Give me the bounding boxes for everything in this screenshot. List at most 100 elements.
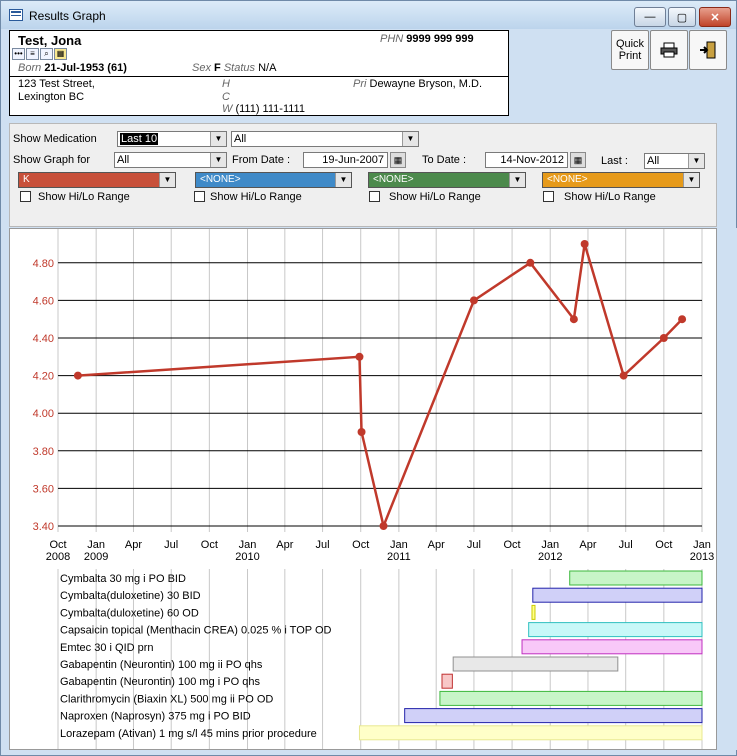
window-app-icon [9,9,23,21]
quick-print-button[interactable]: Quick Print [611,30,649,70]
sex-label: Sex [192,62,211,74]
medication-bar [532,587,703,603]
medication-bar [358,725,703,741]
data-point [469,296,478,305]
series-3-hilo-label: Show Hi/Lo Range [389,191,481,203]
chevron-down-icon[interactable]: ▼ [335,173,351,187]
show-medication-label: Show Medication [13,133,97,145]
home-phone-label: H [222,78,230,90]
from-date-calendar-icon[interactable]: ▦ [390,152,406,168]
search-icon[interactable]: ⌕ [40,48,53,60]
medication-label: Emtec 30 i QID prn [60,642,154,654]
data-point [357,428,366,436]
last-select[interactable]: All ▼ [644,153,705,169]
x-tick-label: Apr [125,539,142,551]
chevron-down-icon[interactable]: ▼ [509,173,525,187]
series-1-hilo-label: Show Hi/Lo Range [38,191,130,203]
address-line-2: Lexington BC [18,91,85,103]
x-tick-label: Apr [579,539,596,551]
series-2-value: <NONE> [200,174,241,185]
calendar-icon[interactable]: ▦ [54,48,67,60]
patient-name: Test, Jona [18,33,82,48]
medication-label: Cymbalta(duloxetine) 60 OD [60,607,199,619]
medication-label: Cymbalta(duloxetine) 30 BID [60,590,201,602]
graph-panel: 3.40 3.60 3.80 4.00 4.20 4.40 4.60 4.80 Oct 2008 J… [9,228,717,750]
chevron-down-icon[interactable]: ▼ [683,173,699,187]
series-4-hilo-label: Show Hi/Lo Range [564,191,656,203]
exit-button[interactable] [689,30,727,70]
medication-label: Gabapentin (Neurontin) 100 mg ii PO qhs [60,659,263,671]
x-tick-label: Jan [239,539,257,551]
to-date-label: To Date : [422,154,467,166]
x-tick-year-label: 2008 [46,551,70,563]
series-2-select[interactable]: <NONE> ▼ [195,172,352,188]
series-4-value: <NONE> [547,174,588,185]
maximize-button[interactable]: ▢ [668,7,696,27]
phn-field: PHN 9999 999 999 [380,33,474,45]
y-tick-label: 3.80 [33,446,54,458]
to-date-calendar-icon[interactable]: ▦ [570,152,586,168]
x-tick-year-label: 2013 [690,551,714,563]
series-2-hilo-checkbox[interactable] [194,191,205,202]
from-date-label: From Date : [232,154,291,166]
chevron-down-icon[interactable]: ▼ [688,154,704,168]
more-icon[interactable]: ••• [12,48,25,60]
close-button[interactable]: ✕ [699,7,731,27]
show-graph-for-select[interactable]: All ▼ [114,152,227,168]
series-4-hilo-checkbox[interactable] [543,191,554,202]
y-tick-label: 3.60 [33,483,54,495]
medication-filter-select[interactable]: All ▼ [231,131,419,147]
show-graph-for-label: Show Graph for [13,154,91,166]
x-tick-year-label: 2009 [84,551,108,563]
born-label: Born [18,62,42,74]
medication-filter-value: All [234,133,247,145]
print-button[interactable] [650,30,688,70]
data-point [379,522,388,530]
medication-label: Lorazepam (Ativan) 1 mg s/l 45 mins prio… [60,728,317,740]
show-medication-value: Last 10 [120,133,159,145]
patient-icon-strip: ••• ≡ ⌕ ▦ [12,48,67,60]
series-3-hilo-checkbox[interactable] [369,191,380,202]
medication-bar [441,673,453,689]
x-tick-label: Oct [201,539,218,551]
title-bar[interactable]: Results Graph — ▢ ✕ [1,1,736,29]
series-3-select[interactable]: <NONE> ▼ [368,172,526,188]
medication-bar [439,690,703,706]
primary-physician-label: Pri [353,78,367,90]
x-tick-label: Jan [693,539,711,551]
x-tick-label: Apr [276,539,293,551]
data-point [678,315,687,324]
chevron-down-icon[interactable]: ▼ [210,132,226,146]
from-date-input[interactable]: 19-Jun-2007 [303,152,388,168]
show-medication-select[interactable]: Last 10 ▼ [117,131,227,147]
notes-icon[interactable]: ≡ [26,48,39,60]
medication-label: Clarithromycin (Biaxin XL) 500 mg ii PO … [60,693,273,705]
x-tick-label: Jul [619,539,633,551]
minimize-button[interactable]: — [634,7,666,27]
quick-print-label-1: Quick [615,38,645,50]
chevron-down-icon[interactable]: ▼ [402,132,418,146]
status-label: Status [223,62,256,74]
series-4-select[interactable]: <NONE> ▼ [542,172,700,188]
to-date-input[interactable]: 14-Nov-2012 [485,152,568,168]
chevron-down-icon[interactable]: ▼ [210,153,226,167]
x-tick-label: Oct [504,539,521,551]
chevron-down-icon[interactable]: ▼ [159,173,175,187]
results-line-chart: 3.403.603.804.004.204.404.604.80Oct2008J… [33,229,714,749]
x-tick-year-label: 2010 [235,551,259,563]
x-tick-label: Jul [164,539,178,551]
medication-bar [531,604,536,620]
medication-bar [521,639,703,655]
series-1-select[interactable]: K ▼ [18,172,176,188]
series-1-hilo-checkbox[interactable] [20,191,31,202]
series-line [77,243,683,531]
sex-field: Sex F Status N/A [192,62,276,74]
exit-door-icon [700,41,716,59]
x-tick-label: Jan [390,539,408,551]
medication-label: Gabapentin (Neurontin) 100 mg i PO qhs [60,676,260,688]
x-tick-label: Jan [541,539,559,551]
y-tick-label: 4.20 [33,371,54,383]
y-tick-label: 4.60 [33,295,54,307]
primary-physician-field: Pri Dewayne Bryson, M.D. [353,78,482,90]
data-point [619,371,628,380]
